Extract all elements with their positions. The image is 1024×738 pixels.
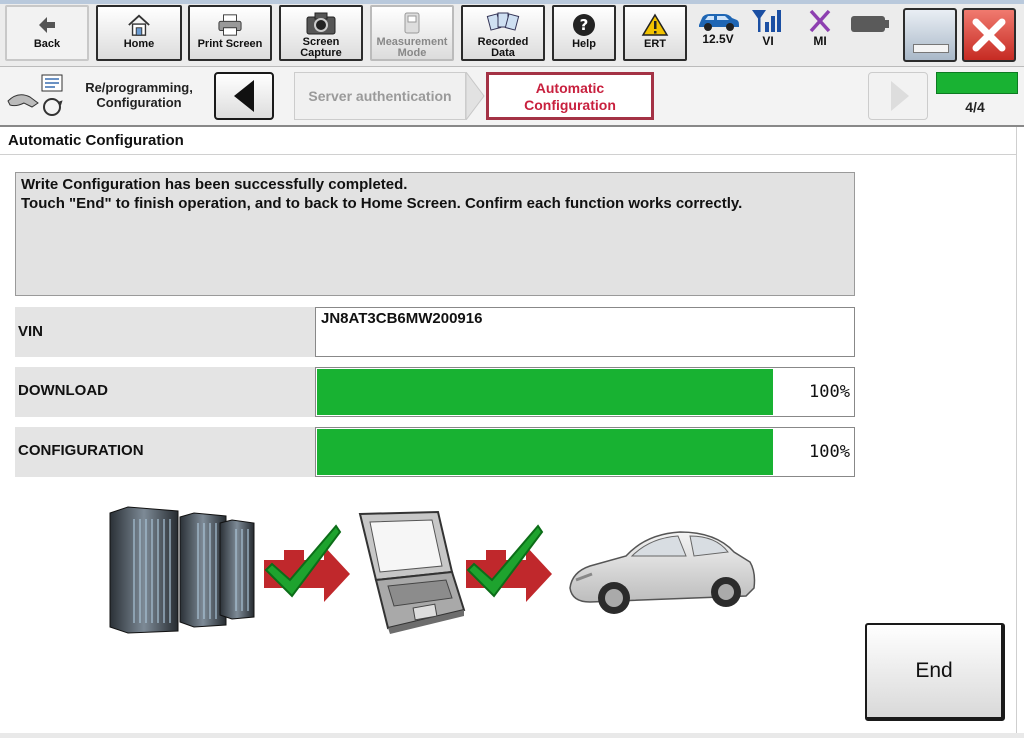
toolbar: Back Home Print Screen Screen Capture Me… xyxy=(0,0,1024,67)
breadcrumb-forward-button[interactable] xyxy=(868,72,928,120)
camera-icon xyxy=(306,12,336,35)
status-strip xyxy=(0,733,1024,738)
step-progress-bar xyxy=(936,72,1018,94)
help-label: Help xyxy=(572,38,596,50)
close-button[interactable] xyxy=(962,8,1016,62)
battery-status xyxy=(850,14,890,39)
download-progress-fill xyxy=(317,369,773,415)
breadcrumb-title-line2: Configuration xyxy=(96,95,182,110)
recorded-data-label-2: Data xyxy=(491,47,515,59)
print-screen-button[interactable]: Print Screen xyxy=(188,5,272,61)
page-title: Automatic Configuration xyxy=(0,127,1016,155)
laptop-icon xyxy=(358,510,466,634)
configuration-percent: 100% xyxy=(809,442,850,462)
configuration-progress-fill xyxy=(317,429,773,475)
step-server-authentication-label: Server authentication xyxy=(308,88,452,104)
screen-capture-button[interactable]: Screen Capture xyxy=(279,5,363,61)
mi-label: MI xyxy=(813,34,827,48)
battery-voltage-status: 12.5V xyxy=(694,8,742,46)
step-server-authentication[interactable]: Server authentication xyxy=(294,72,466,120)
breadcrumb-title: Re/programming, Configuration xyxy=(84,80,194,110)
page-counter: 4/4 xyxy=(965,99,985,115)
back-arrow-icon xyxy=(39,17,55,33)
step-automatic-configuration-line1: Automatic xyxy=(535,80,605,96)
triangle-right-icon xyxy=(891,81,909,111)
mi-status: MI xyxy=(800,8,840,48)
divider xyxy=(1016,127,1017,737)
configuration-progress: 100% xyxy=(315,427,855,477)
home-button[interactable]: Home xyxy=(96,5,182,61)
warning-icon xyxy=(641,13,669,36)
vi-label: VI xyxy=(762,34,774,48)
step-automatic-configuration-line2: Configuration xyxy=(524,97,616,113)
help-button[interactable]: ? Help xyxy=(552,5,616,61)
message-box: Write Configuration has been successfull… xyxy=(15,172,855,296)
close-icon xyxy=(972,18,1006,52)
vi-status: VI xyxy=(748,8,788,48)
vin-label: VIN xyxy=(15,307,315,357)
back-label: Back xyxy=(33,38,61,50)
print-screen-label: Print Screen xyxy=(197,38,263,50)
ert-button[interactable]: ERT xyxy=(623,5,687,61)
vin-value: JN8AT3CB6MW200916 xyxy=(315,307,855,357)
message-line-2: Touch "End" to finish operation, and to … xyxy=(21,195,743,212)
printer-icon xyxy=(218,14,242,36)
disconnected-x-icon xyxy=(809,9,831,33)
download-percent: 100% xyxy=(809,382,850,402)
minimize-icon xyxy=(913,44,949,53)
configuration-label: CONFIGURATION xyxy=(15,427,315,477)
measurement-mode-label-2: Mode xyxy=(397,47,427,59)
step-automatic-configuration[interactable]: Automatic Configuration xyxy=(486,72,654,120)
back-button[interactable]: Back xyxy=(5,5,89,61)
help-icon: ? xyxy=(573,14,595,36)
server-rack-icon xyxy=(109,506,255,634)
title-strip xyxy=(0,0,1024,4)
car-illustration-icon xyxy=(569,531,756,614)
home-icon xyxy=(128,14,150,36)
car-icon xyxy=(699,14,739,31)
home-label: Home xyxy=(123,38,155,50)
recorded-data-icon xyxy=(486,12,520,31)
measurement-mode-button[interactable]: Measurement Mode xyxy=(370,5,454,61)
breadcrumb: Re/programming, Configuration Server aut… xyxy=(0,67,1024,127)
triangle-left-icon xyxy=(234,80,254,112)
signal-icon xyxy=(752,10,781,32)
meter-icon xyxy=(404,12,420,34)
ert-label: ERT xyxy=(644,38,666,50)
download-progress: 100% xyxy=(315,367,855,417)
voltage-value: 12.5V xyxy=(702,32,734,46)
minimize-button[interactable] xyxy=(903,8,957,62)
check-arrow-icon-2 xyxy=(466,524,552,602)
message-line-1: Write Configuration has been successfull… xyxy=(21,176,408,193)
check-arrow-icon-1 xyxy=(264,524,350,602)
download-label: DOWNLOAD xyxy=(15,367,315,417)
breadcrumb-title-line1: Re/programming, xyxy=(85,80,193,95)
recorded-data-button[interactable]: Recorded Data xyxy=(461,5,545,61)
screen-capture-label-2: Capture xyxy=(300,47,342,59)
step-arrow-icon xyxy=(466,72,485,120)
battery-icon xyxy=(851,16,889,32)
svg-text:?: ? xyxy=(580,16,589,34)
breadcrumb-back-button[interactable] xyxy=(214,72,274,120)
end-button[interactable]: End xyxy=(865,623,1005,721)
reprogramming-icon xyxy=(4,73,68,122)
